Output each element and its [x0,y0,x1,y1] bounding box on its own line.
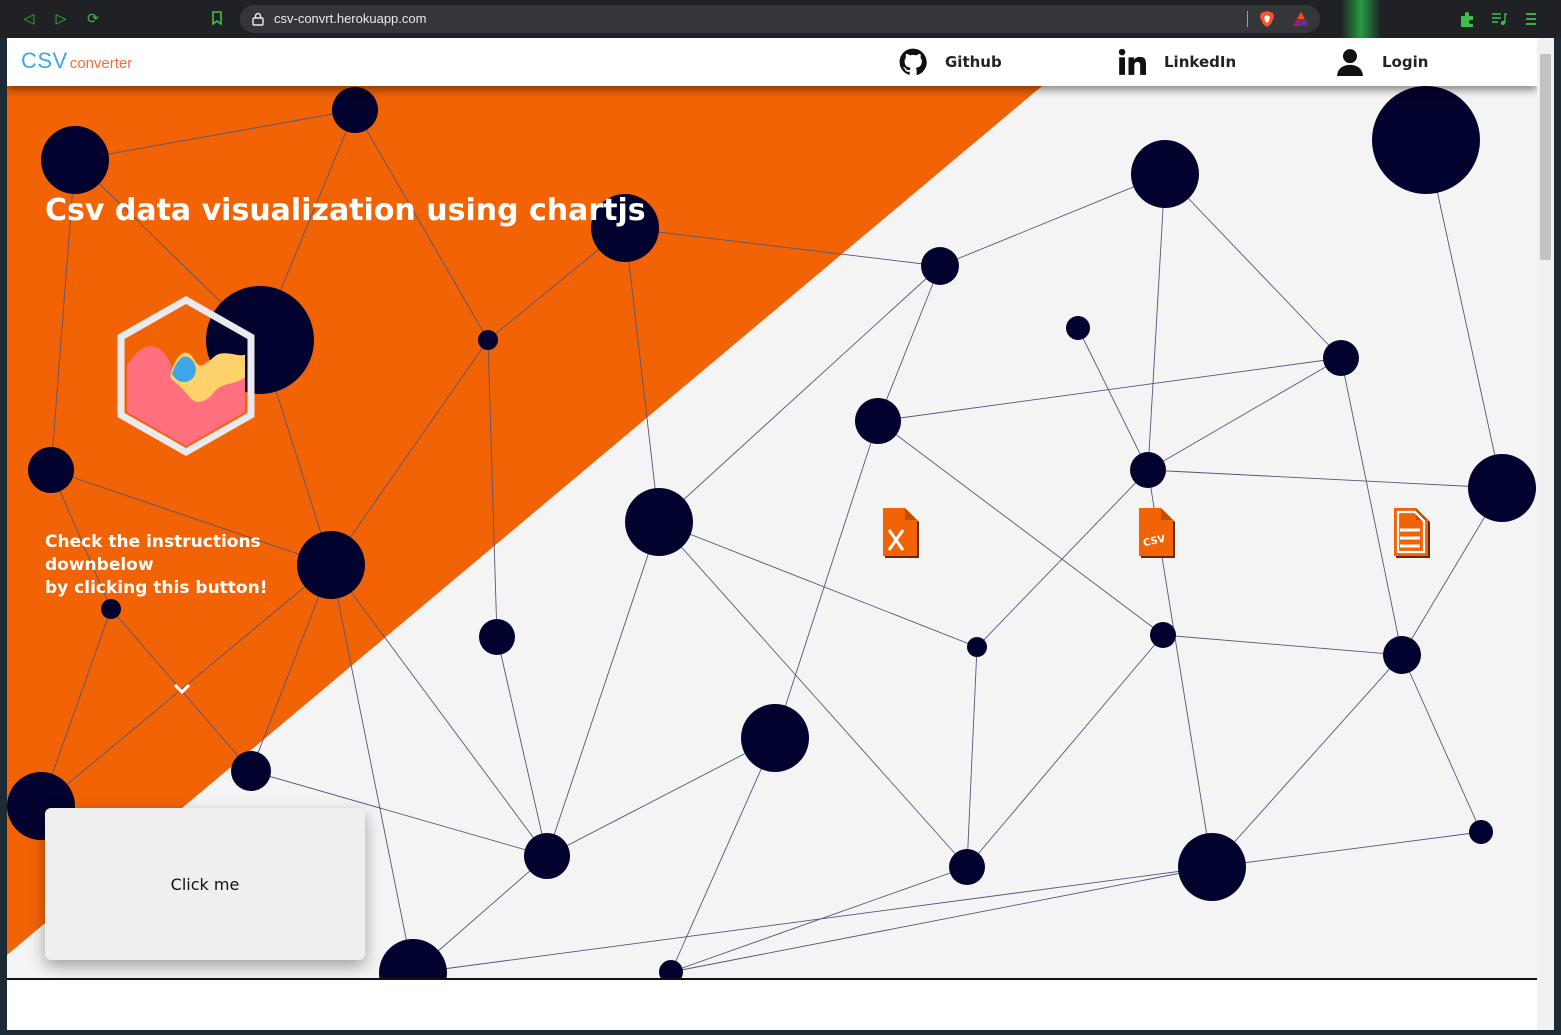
network-node [1066,316,1090,340]
window-border [0,38,7,1035]
excel-file-icon [883,508,919,558]
network-node [1372,86,1480,194]
nav-link-label: LinkedIn [1164,53,1237,71]
network-node [1468,454,1536,522]
linkedin-icon [1118,48,1146,75]
network-edge [658,521,978,648]
site-logo[interactable]: CSV converter [21,48,132,74]
bookmark-icon[interactable] [208,10,226,28]
network-edge [966,634,1164,868]
network-node [28,447,74,493]
window-border [0,1030,1561,1035]
network-node [949,849,985,885]
network-edge [877,357,1342,422]
user-icon [1337,49,1363,76]
brave-rewards-icon[interactable] [1292,11,1310,27]
network-edge [546,737,776,857]
network-edge [1211,654,1403,868]
page-footer-area [7,980,1537,1030]
extensions-icon[interactable] [1458,10,1476,28]
instructions-line: by clicking this button! [45,578,268,598]
network-edge [774,420,879,739]
network-edge [877,265,941,422]
instructions-text: Check the instructions downbelow by clic… [45,531,305,600]
network-edge [1211,831,1482,868]
page-viewport: CSVconverter Github LinkedIn Login Csv [7,38,1537,1030]
nav-link-label: Github [945,53,1002,71]
network-node [1131,140,1199,208]
url-divider [1247,11,1248,27]
network-node [231,751,271,791]
nav-link-linkedin[interactable]: LinkedIn [1118,48,1236,76]
nav-link-github[interactable]: Github [899,48,1002,76]
logo-csv-text: CSV [21,48,68,73]
scrollbar-thumb[interactable] [1540,54,1551,260]
network-node [967,637,987,657]
network-node [855,398,901,444]
network-edge [496,636,548,857]
network-node [524,833,570,879]
instructions-line: downbelow [45,555,154,575]
address-bar[interactable]: csv-convrt.herokuapp.com [240,5,1320,33]
network-node [1323,340,1359,376]
nav-link-label: Login [1382,53,1429,71]
network-edge [1401,654,1482,833]
top-navbar: CSV converter Github LinkedIn Login [7,38,1537,86]
network-edge [1162,634,1403,656]
network-node [41,126,109,194]
brave-shield-icon[interactable] [1258,10,1276,28]
logo-converter-text: converter [69,55,133,72]
network-edge [976,469,1149,648]
network-node [297,531,365,599]
network-edge [1164,173,1342,359]
network-edge [658,521,968,868]
network-node [478,330,498,350]
chartjs-logo-icon [117,296,255,457]
network-node [101,599,121,619]
network-node [625,488,693,556]
network-node [1150,622,1176,648]
network-node [741,704,809,772]
window-border [1554,38,1561,1035]
network-node [921,247,959,285]
network-edge [1147,173,1166,471]
github-icon [899,48,927,75]
network-edge [1077,327,1149,471]
click-me-label: Click me [170,874,240,894]
network-edge [1147,469,1503,489]
network-edge [546,521,660,857]
hero-title: Csv data visualization using chartjs [45,193,646,228]
click-me-button[interactable]: Click me [45,808,365,960]
network-node [1130,452,1166,488]
browser-toolbar: ◁ ▷ ⟳ csv-convrt.herokuapp.com [0,0,1561,38]
page-scrollbar[interactable] [1537,38,1554,1030]
forward-icon[interactable]: ▷ [52,10,70,28]
lock-icon [252,12,264,26]
network-edge [670,866,1213,973]
reload-icon[interactable]: ⟳ [84,10,102,28]
nav-link-login[interactable]: Login [1336,48,1428,76]
network-node [1469,820,1493,844]
network-node [1383,636,1421,674]
csv-file-icon: CSV [1139,508,1175,558]
menu-icon[interactable] [1522,10,1540,28]
network-edge [412,866,1213,974]
network-edge [966,646,978,868]
url-text: csv-convrt.herokuapp.com [274,11,427,26]
back-icon[interactable]: ◁ [20,10,38,28]
network-node [332,87,378,133]
text-file-icon [1394,508,1430,558]
media-control-icon[interactable] [1490,10,1508,28]
network-edge [1147,357,1342,471]
chevron-down-icon[interactable] [171,682,193,696]
network-node [1178,833,1246,901]
network-edge [939,173,1166,267]
instructions-line: Check the instructions [45,532,261,552]
network-node [479,619,515,655]
